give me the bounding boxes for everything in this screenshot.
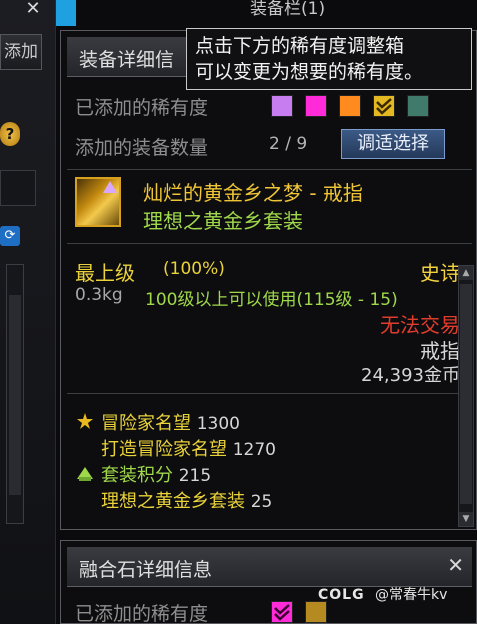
inventory-title: 装备栏(1)	[250, 0, 326, 19]
item-trade-status: 无法交易	[380, 313, 460, 337]
item-price: 24,393金币	[361, 365, 460, 386]
scroll-down-icon[interactable]: ▼	[459, 512, 473, 526]
divider	[67, 169, 472, 170]
rarity-label: 已添加的稀有度	[75, 97, 209, 119]
rarity-swatch-orange[interactable]	[339, 95, 361, 117]
tooltip-line: 可以变更为想要的稀有度。	[195, 61, 424, 83]
divider	[67, 243, 472, 244]
item-type: 戒指	[420, 339, 460, 363]
scroll-up-icon[interactable]: ▲	[459, 266, 473, 280]
stat-value: 215	[178, 466, 212, 486]
left-scrollbar[interactable]	[6, 264, 24, 524]
check-icon	[274, 604, 290, 621]
rarity-label: 已添加的稀有度	[75, 603, 209, 624]
panel-header: 融合石详细信息 ✕	[67, 547, 472, 587]
count-value: 2 / 9	[269, 134, 308, 154]
stat-value: 1270	[232, 440, 276, 460]
help-icon[interactable]: ?	[0, 122, 20, 146]
divider	[67, 393, 472, 394]
close-icon[interactable]: ✕	[20, 0, 46, 20]
stat-row: 打造冒险家名望 1270	[101, 435, 276, 461]
rarity-swatch-pink[interactable]	[271, 601, 293, 623]
golden-ring-icon	[75, 177, 121, 227]
stat-value: 25	[250, 492, 273, 512]
stat-row: 理想之黄金乡套装 25	[101, 487, 272, 513]
item-set-name: 理想之黄金乡套装	[143, 209, 303, 233]
stat-label: 套装积分	[101, 465, 173, 486]
fusion-stone-panel: 融合石详细信息 ✕ 已添加的稀有度	[60, 540, 477, 624]
rarity-swatch-gold[interactable]	[305, 601, 327, 623]
choose-button[interactable]: 调适选择	[341, 129, 445, 159]
stat-label: 打造冒险家名望	[101, 439, 227, 460]
watermark-author: @常春牛kv	[375, 587, 448, 603]
set-icon	[77, 467, 93, 481]
rarity-swatch-pink[interactable]	[305, 95, 327, 117]
stat-label: 理想之黄金乡套装	[101, 491, 245, 512]
item-weight: 0.3kg	[75, 285, 123, 305]
stat-row: 套装积分 215	[101, 461, 211, 487]
item-rarity: 史诗	[420, 261, 460, 285]
watermark-logo: COLG	[318, 587, 365, 603]
item-grade-percent: (100%)	[163, 259, 225, 279]
panel-title: 装备详细信	[79, 49, 175, 71]
fame-icon	[77, 413, 93, 429]
hint-tooltip: 点击下方的稀有度调整箱 可以变更为想要的稀有度。	[186, 28, 472, 90]
item-name: 灿烂的黄金乡之梦 - 戒指	[143, 181, 363, 205]
rarity-swatch-teal[interactable]	[407, 95, 429, 117]
item-grade: 最上级	[75, 261, 135, 285]
scroll-thumb[interactable]	[460, 284, 472, 504]
tab-indicator	[56, 0, 76, 26]
input-field[interactable]	[0, 170, 36, 206]
stat-row: 冒险家名望 1300	[101, 409, 240, 435]
close-icon[interactable]: ✕	[447, 553, 464, 577]
rarity-swatch-purple[interactable]	[271, 95, 293, 117]
stat-value: 1300	[196, 414, 240, 434]
add-button[interactable]: 添加	[0, 34, 42, 70]
count-label: 添加的装备数量	[75, 137, 209, 159]
refresh-icon[interactable]: ⟳	[0, 226, 20, 246]
stat-label: 冒险家名望	[101, 413, 191, 434]
rarity-swatch-gold[interactable]	[373, 95, 395, 117]
item-level-requirement: 100级以上可以使用(115级 - 15)	[145, 290, 398, 310]
panel-scrollbar[interactable]: ▲ ▼	[458, 265, 474, 527]
watermark: COLG @常春牛kv	[318, 584, 447, 604]
check-icon	[376, 98, 392, 115]
tooltip-line: 点击下方的稀有度调整箱	[195, 35, 405, 57]
equipment-detail-panel: 装备详细信 已添加的稀有度 添加的装备数量 2 / 9 调适选择 灿烂的黄金乡之…	[60, 30, 477, 530]
panel-title: 融合石详细信息	[79, 559, 213, 581]
